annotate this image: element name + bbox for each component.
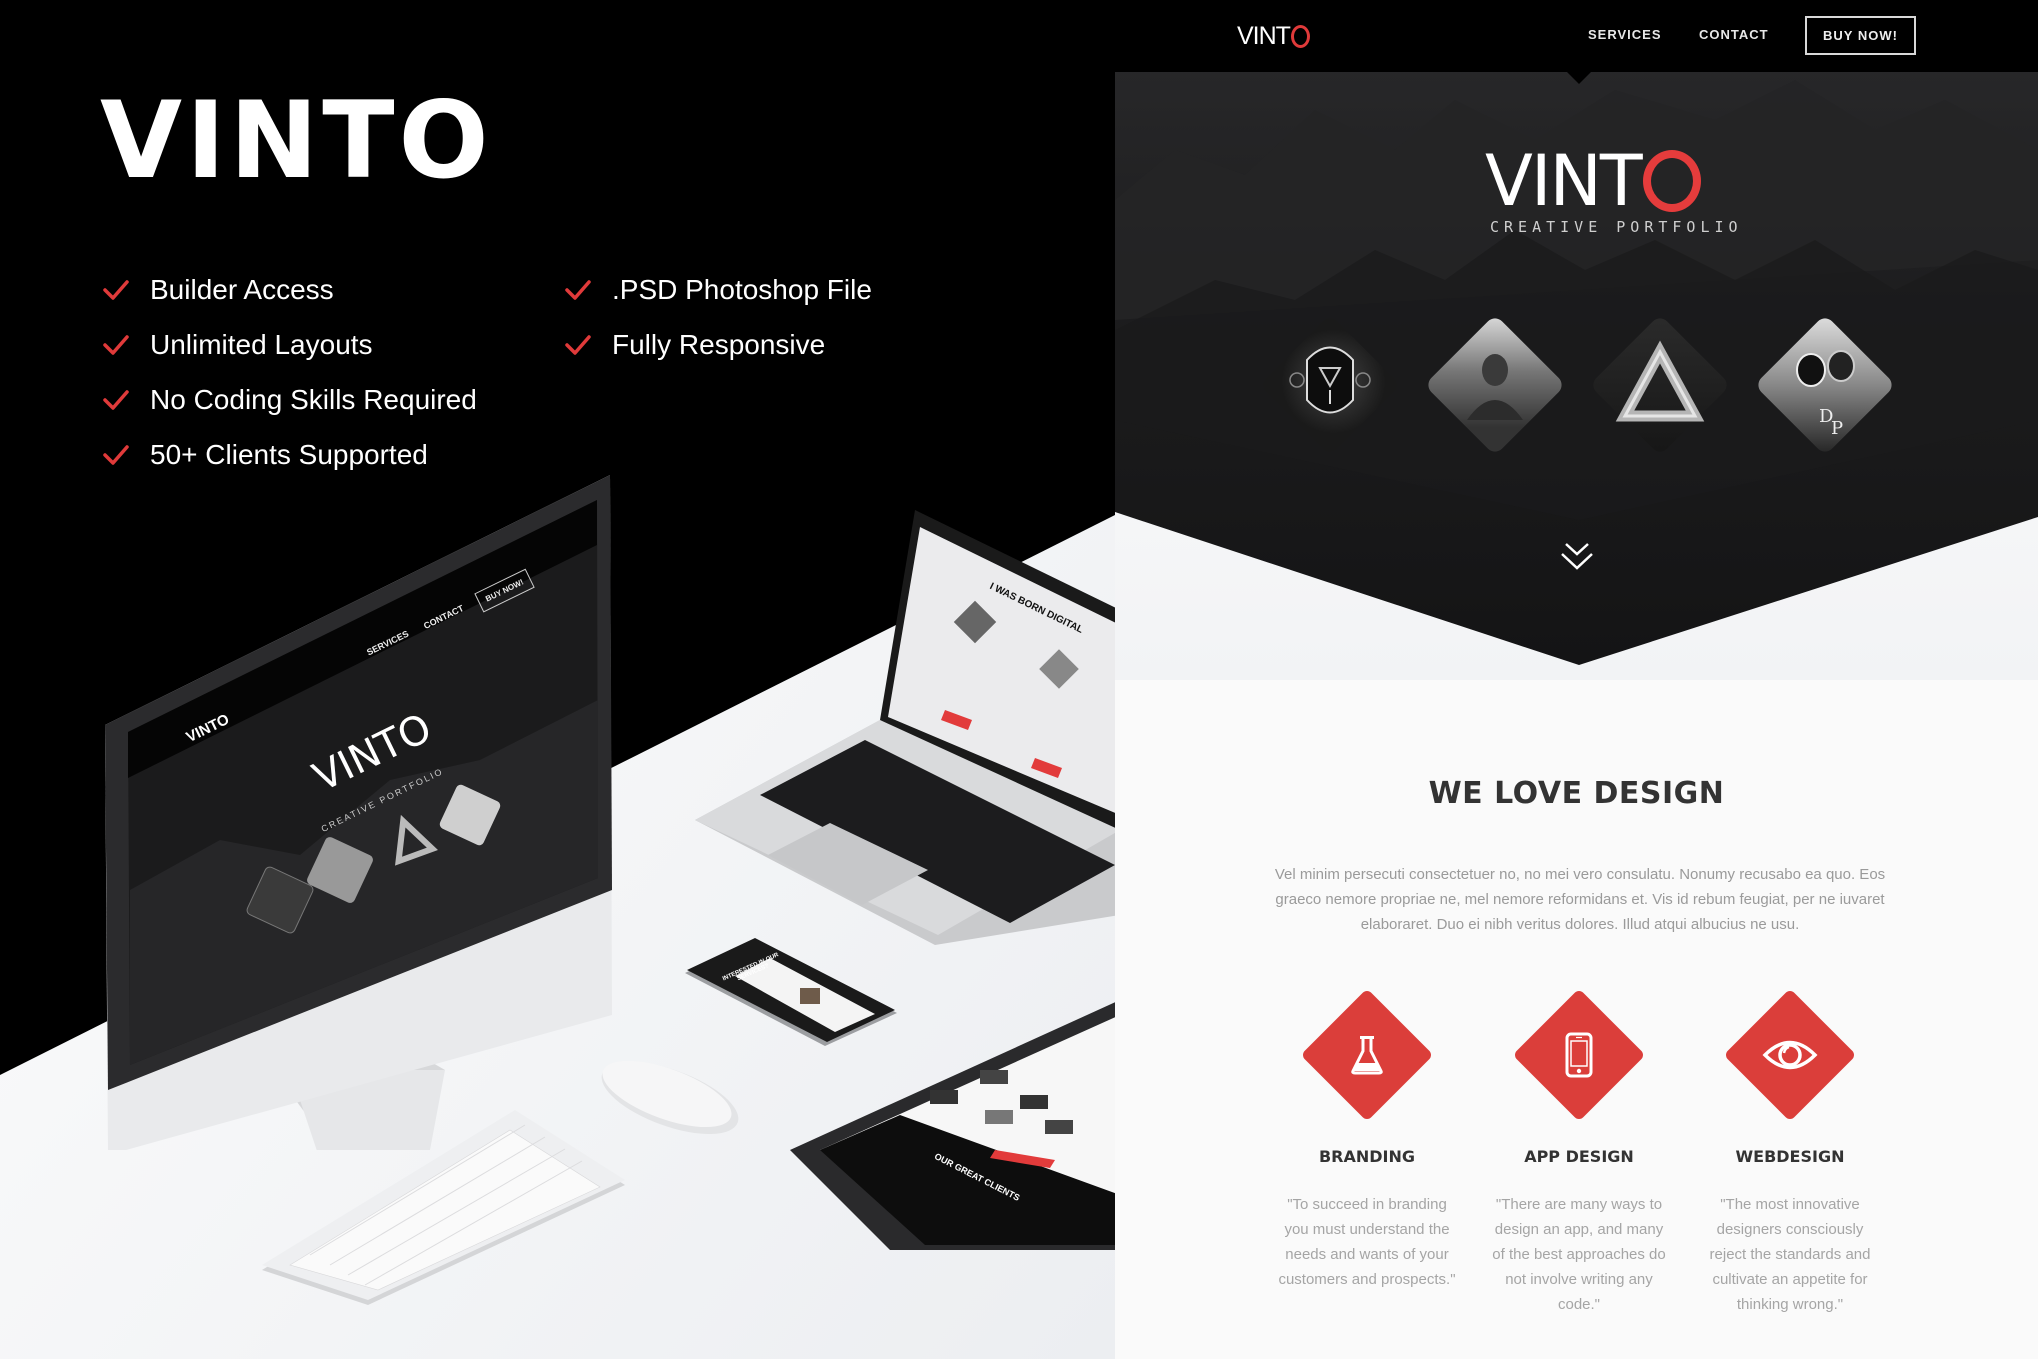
- soldier-artwork-icon: [1420, 310, 1570, 460]
- portfolio-item-soldier[interactable]: [1420, 310, 1570, 460]
- eye-icon: [1715, 980, 1865, 1130]
- nav-pointer: [1567, 72, 1591, 84]
- portfolio-item-dp[interactable]: DP: [1750, 310, 1900, 460]
- website-preview: VINT SERVICES CONTACT BUY NOW! VINT CREA…: [1115, 0, 2038, 1359]
- feature-item: Builder Access: [102, 262, 564, 317]
- portfolio-item-triangle[interactable]: [1585, 310, 1735, 460]
- promo-panel: VINTO Builder Access Unlimited Layouts N…: [0, 0, 1115, 1359]
- hero-logo: VINT: [1485, 140, 1701, 222]
- service-app-design: APP DESIGN "There are many ways to desig…: [1479, 980, 1679, 1317]
- logo-o-ring-icon: [1642, 150, 1701, 212]
- logo-o-ring-icon: [1290, 25, 1310, 48]
- feature-label: Fully Responsive: [612, 328, 826, 360]
- smartphone-icon: [1504, 980, 1654, 1130]
- dp-artwork-icon: DP: [1750, 310, 1900, 460]
- feature-label: Unlimited Layouts: [150, 328, 373, 360]
- feature-label: .PSD Photoshop File: [612, 273, 872, 305]
- feature-item: Unlimited Layouts: [102, 317, 564, 372]
- section-intro-text: Vel minim persecuti consectetuer no, no …: [1274, 866, 1886, 933]
- hero-tagline: CREATIVE PORTFOLIO: [1490, 218, 1743, 236]
- service-text: "To succeed in branding you must underst…: [1278, 1196, 1456, 1288]
- tablet-mockup: OUR GREAT CLIENTS: [790, 1000, 1115, 1250]
- service-text: "The most innovative designers conscious…: [1709, 1196, 1871, 1313]
- nav-link-services[interactable]: SERVICES: [1588, 27, 1662, 42]
- checkmark-icon: [102, 386, 130, 414]
- flask-icon: [1292, 980, 1442, 1130]
- service-branding: BRANDING "To succeed in branding you mus…: [1267, 980, 1467, 1292]
- nav-link-contact[interactable]: CONTACT: [1699, 27, 1769, 42]
- checkmark-icon: [102, 331, 130, 359]
- checkmark-icon: [564, 331, 592, 359]
- helmet-artwork-icon: [1255, 310, 1405, 460]
- feature-item: .PSD Photoshop File: [564, 262, 964, 317]
- feature-label: Builder Access: [150, 273, 334, 305]
- service-webdesign: WEBDESIGN "The most innovative designers…: [1690, 980, 1890, 1317]
- nav-logo[interactable]: VINT: [1237, 22, 1310, 51]
- checkmark-icon: [102, 441, 130, 469]
- feature-label: No Coding Skills Required: [150, 383, 477, 415]
- buy-now-button[interactable]: BUY NOW!: [1805, 16, 1916, 55]
- site-nav: VINT SERVICES CONTACT BUY NOW!: [1115, 0, 2038, 72]
- feature-item: No Coding Skills Required: [102, 372, 564, 427]
- feature-list: Builder Access Unlimited Layouts No Codi…: [102, 262, 962, 482]
- service-title: WEBDESIGN: [1735, 1147, 1845, 1166]
- checkmark-icon: [102, 276, 130, 304]
- feature-item: Fully Responsive: [564, 317, 964, 372]
- svg-text:P: P: [1831, 418, 1843, 439]
- brand-title: VINTO: [100, 79, 493, 202]
- mouse-mockup: [595, 1050, 745, 1140]
- service-text: "There are many ways to design an app, a…: [1492, 1196, 1666, 1313]
- double-chevron-down-icon[interactable]: [1558, 540, 1596, 574]
- service-badge[interactable]: [1715, 980, 1865, 1130]
- service-badge[interactable]: [1292, 980, 1442, 1130]
- service-badge[interactable]: [1504, 980, 1654, 1130]
- portfolio-item-helmet[interactable]: [1255, 310, 1405, 460]
- section-title: WE LOVE DESIGN: [1428, 776, 1725, 811]
- triangle-artwork-icon: [1585, 310, 1735, 460]
- service-title: BRANDING: [1318, 1147, 1416, 1166]
- checkmark-icon: [564, 276, 592, 304]
- nav-logo-text: VINT: [1237, 22, 1291, 50]
- feature-label: 50+ Clients Supported: [150, 438, 428, 470]
- keyboard-mockup: [260, 1105, 630, 1305]
- imac-mockup: VINTO SERVICES CONTACT BUY NOW! VINTO CR…: [100, 470, 620, 1160]
- laptop-mockup: I WAS BORN DIGITAL: [690, 495, 1115, 945]
- service-title: APP DESIGN: [1524, 1147, 1634, 1166]
- hero-logo-text: VINT: [1485, 140, 1643, 222]
